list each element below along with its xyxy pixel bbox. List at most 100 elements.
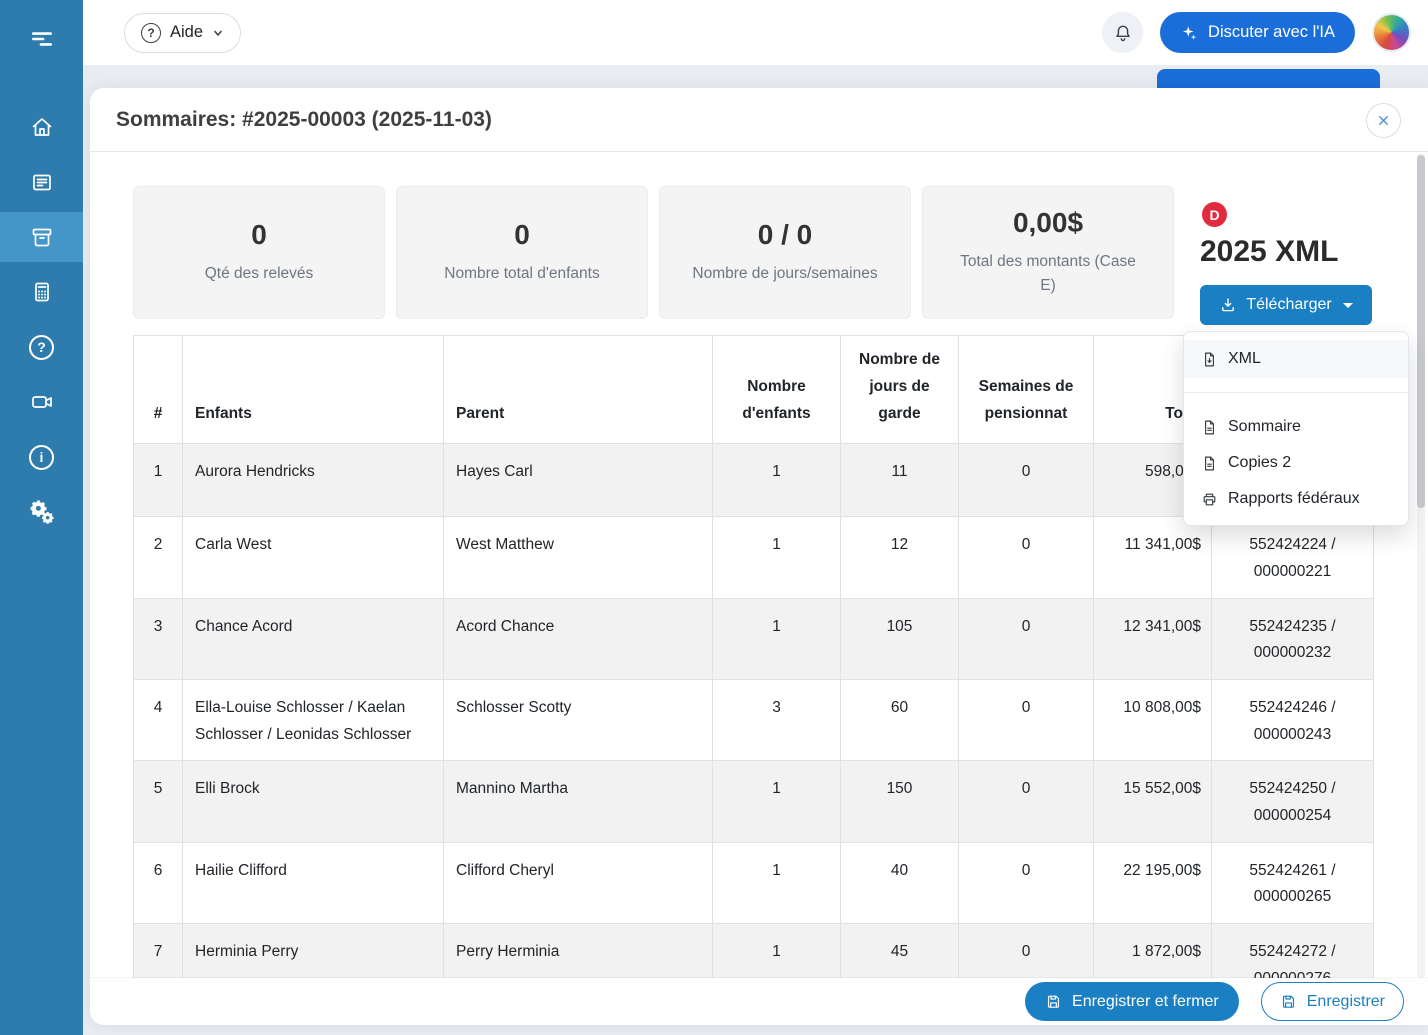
table-cell: Acord Chance [444,598,713,679]
table-cell: Clifford Cheryl [444,842,713,923]
stat-value: 0,00$ [1013,207,1083,239]
file-download-icon [1201,351,1218,368]
summary-table-body: 1Aurora HendricksHayes Carl1110598,00$2C… [134,444,1374,1005]
menu-item-copies[interactable]: Copies 2 [1184,445,1408,481]
table-cell: Schlosser Scotty [444,680,713,761]
page-title: Sommaires: #2025-00003 (2025-11-03) [116,108,492,132]
table-cell: 3 [134,598,183,679]
list-icon [30,170,54,194]
table-cell: 11 341,00$ [1094,517,1212,598]
table-cell: 552424246 / 000000243 [1212,680,1374,761]
stat-label: Qté des relevés [205,262,314,286]
table-cell: 0 [959,598,1094,679]
stat-card-enfants: 0 Nombre total d'enfants [396,186,648,319]
sidebar-item-archive[interactable] [0,212,83,262]
menu-icon [29,26,55,52]
menu-item-label: Copies 2 [1228,454,1291,472]
close-button[interactable] [1366,103,1401,138]
table-cell: Hayes Carl [444,444,713,517]
help-button[interactable]: ? Aide [124,13,241,53]
menu-item-rapports[interactable]: Rapports fédéraux [1184,481,1408,517]
table-cell: 552424250 / 000000254 [1212,761,1374,842]
table-cell: 0 [959,842,1094,923]
sidebar-item-calculator[interactable] [0,267,83,317]
column-header-parent: Parent [444,336,713,444]
stat-value: 0 [251,219,267,251]
table-cell: 4 [134,680,183,761]
download-menu: XML Sommaire Copies 2 Rapports fédéraux [1183,331,1409,526]
chat-ai-button[interactable]: Discuter avec l'IA [1160,12,1355,53]
file-text-icon [1201,455,1218,472]
sidebar-item-home[interactable] [0,102,83,152]
table-cell: Elli Brock [183,761,444,842]
xml-year-title: 2025 XML [1200,235,1372,269]
table-cell: 2 [134,517,183,598]
table-row: 2Carla WestWest Matthew112011 341,00$552… [134,517,1374,598]
menu-item-sommaire[interactable]: Sommaire [1184,409,1408,445]
table-cell: 0 [959,517,1094,598]
scrollbar-thumb[interactable] [1417,155,1425,508]
menu-item-label: XML [1228,350,1261,368]
table-cell: 105 [841,598,959,679]
sidebar-item-settings[interactable] [0,487,83,537]
printer-icon [1201,491,1218,508]
close-icon [1376,113,1391,128]
bell-icon [1113,23,1133,43]
table-row: 3Chance AcordAcord Chance1105012 341,00$… [134,598,1374,679]
save-label: Enregistrer [1307,993,1385,1011]
table-cell: Mannino Martha [444,761,713,842]
help-button-label: Aide [170,23,203,42]
table-cell: 15 552,00$ [1094,761,1212,842]
download-button-label: Télécharger [1246,296,1331,314]
table-row: 5Elli BrockMannino Martha1150015 552,00$… [134,761,1374,842]
stat-value: 0 / 0 [758,219,812,251]
menu-item-label: Sommaire [1228,418,1301,436]
stat-value: 0 [514,219,530,251]
table-cell: 150 [841,761,959,842]
sparkle-icon [1180,24,1198,42]
table-cell: Aurora Hendricks [183,444,444,517]
xml-panel: D 2025 XML Télécharger [1200,198,1372,325]
stat-cards: 0 Qté des relevés 0 Nombre total d'enfan… [133,186,1174,319]
table-cell: 1 [713,842,841,923]
table-cell: 12 341,00$ [1094,598,1212,679]
sidebar-item-info[interactable]: i [0,432,83,482]
table-cell: 1 [134,444,183,517]
gears-icon [29,499,55,525]
sidebar: ? i [0,0,83,1035]
video-camera-icon [30,390,54,414]
column-header-pensionnat: Semaines de pensionnat [959,336,1094,444]
chevron-down-icon [212,27,224,39]
table-row: 4Ella-Louise Schlosser / Kaelan Schlosse… [134,680,1374,761]
home-icon [30,115,54,139]
table-cell: 10 808,00$ [1094,680,1212,761]
stat-card-releves: 0 Qté des relevés [133,186,385,319]
avatar[interactable] [1372,13,1411,52]
menu-item-xml[interactable]: XML [1184,340,1408,378]
save-close-button[interactable]: Enregistrer et fermer [1025,982,1239,1021]
save-button[interactable]: Enregistrer [1261,982,1404,1021]
stat-label: Total des montants (Case E) [951,250,1145,298]
table-cell: 11 [841,444,959,517]
menu-divider [1184,392,1408,393]
table-cell: 0 [959,761,1094,842]
question-circle-icon: ? [29,335,54,360]
sidebar-item-list[interactable] [0,157,83,207]
sidebar-item-video[interactable] [0,377,83,427]
table-cell: West Matthew [444,517,713,598]
stat-card-jours: 0 / 0 Nombre de jours/semaines [659,186,911,319]
menu-button[interactable] [0,14,83,64]
table-cell: 40 [841,842,959,923]
table-cell: 552424235 / 000000232 [1212,598,1374,679]
save-icon [1280,993,1297,1010]
table-cell: 552424261 / 000000265 [1212,842,1374,923]
download-button[interactable]: Télécharger [1200,285,1372,325]
background-button-fragment [1157,69,1380,88]
sidebar-item-help[interactable]: ? [0,322,83,372]
notifications-button[interactable] [1102,12,1143,53]
column-header-jours-garde: Nombre de jours de garde [841,336,959,444]
table-cell: 5 [134,761,183,842]
file-text-icon [1201,419,1218,436]
table-cell: 0 [959,444,1094,517]
column-header-num: # [134,336,183,444]
